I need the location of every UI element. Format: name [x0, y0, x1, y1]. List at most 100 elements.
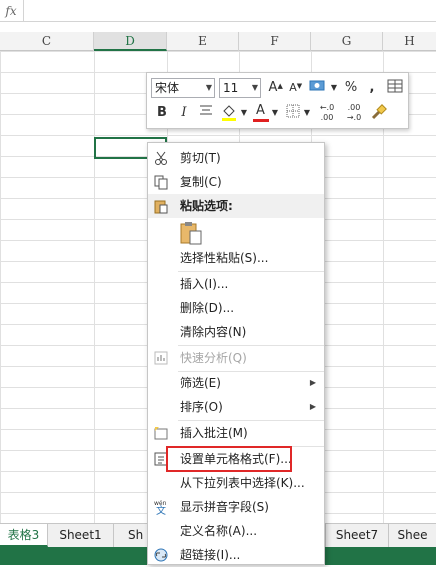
bold-button[interactable]: B — [153, 103, 171, 123]
menu-item-label: 超链接(I)... — [180, 548, 241, 562]
menu-item-label: 显示拼音字段(S) — [180, 500, 269, 514]
align-center-button[interactable] — [197, 103, 215, 123]
menu-item-filter[interactable]: 筛选(E) ▶ — [148, 371, 324, 395]
sheet-tab[interactable]: Sh — [114, 524, 148, 547]
italic-button[interactable]: I — [175, 103, 193, 123]
column-header-c[interactable]: C — [0, 32, 94, 51]
context-menu: 剪切(T) 复制(C) 粘贴选项: 选择性粘贴(S)... 插入(I)... 删… — [147, 142, 325, 565]
menu-item-label: 定义名称(A)... — [180, 524, 258, 538]
formula-bar: fx — [0, 0, 436, 22]
font-size-value: 11 — [223, 81, 239, 95]
sheet-tab[interactable]: Sheet1 — [48, 524, 114, 547]
quick-analysis-icon — [154, 351, 168, 365]
table-format-icon — [387, 79, 403, 93]
column-header-e[interactable]: E — [167, 32, 239, 51]
accounting-format-button[interactable] — [307, 78, 329, 98]
chevron-down-icon[interactable]: ▼ — [240, 103, 248, 123]
borders-button[interactable] — [284, 103, 302, 123]
formula-input[interactable] — [26, 0, 436, 22]
menu-item-label: 从下拉列表中选择(K)... — [180, 476, 305, 490]
menu-item-label: 粘贴选项: — [180, 199, 233, 213]
chevron-down-icon: ▼ — [251, 83, 258, 92]
chevron-right-icon: ▶ — [309, 402, 316, 411]
fill-color-button[interactable] — [219, 103, 239, 123]
menu-item-hyperlink[interactable]: 超链接(I)... — [148, 543, 324, 567]
caret-down-icon: ▼ — [296, 82, 303, 90]
sheet-tab-active[interactable]: 表格3 — [0, 524, 48, 547]
menu-item-clear-contents[interactable]: 清除内容(N) — [148, 320, 324, 344]
column-header-g[interactable]: G — [311, 32, 383, 51]
menu-item-label: 筛选(E) — [180, 376, 221, 390]
accounting-icon — [309, 80, 325, 91]
column-header-d[interactable]: D — [94, 32, 167, 51]
scissors-icon — [155, 151, 167, 165]
hyperlink-icon — [154, 548, 168, 562]
font-size-dropdown[interactable]: 11 ▼ — [219, 78, 261, 98]
insert-function-button[interactable]: fx — [0, 2, 22, 20]
menu-item-insert-comment[interactable]: 插入批注(M) — [148, 421, 324, 445]
menu-item-copy[interactable]: 复制(C) — [148, 170, 324, 194]
font-color-button[interactable]: A — [252, 103, 270, 123]
increase-decimal-button[interactable]: ←.0.00 — [315, 103, 339, 123]
font-name-value: 宋体 — [155, 81, 180, 95]
chevron-down-icon[interactable]: ▼ — [271, 103, 279, 123]
chevron-right-icon: ▶ — [309, 378, 316, 387]
menu-item-label: 复制(C) — [180, 175, 222, 189]
comment-icon — [154, 427, 168, 440]
borders-icon — [286, 104, 300, 118]
shrink-font-icon: A — [289, 81, 297, 94]
paint-bucket-icon — [222, 105, 236, 121]
menu-item-label: 快速分析(Q) — [180, 351, 247, 365]
decrease-decimal-button[interactable]: .00 →.0 — [342, 103, 366, 123]
highlight-box — [166, 446, 292, 472]
menu-header-paste-options: 粘贴选项: — [148, 194, 324, 218]
formula-gap — [0, 22, 436, 32]
menu-item-label: 排序(O) — [180, 400, 223, 414]
menu-item-label: 删除(D)... — [180, 301, 235, 315]
menu-item-cut[interactable]: 剪切(T) — [148, 146, 324, 170]
menu-item-phonetic[interactable]: wén 文 显示拼音字段(S) — [148, 495, 324, 519]
menu-item-quick-analysis: 快速分析(Q) — [148, 346, 324, 370]
menu-item-delete[interactable]: 删除(D)... — [148, 296, 324, 320]
paste-icon — [154, 200, 168, 214]
chevron-down-icon[interactable]: ▼ — [330, 78, 338, 98]
formula-bar-separator — [23, 0, 24, 22]
column-header-h[interactable]: H — [383, 32, 436, 51]
font-color-swatch — [253, 119, 269, 122]
align-center-icon — [200, 105, 212, 115]
sheet-tab[interactable]: Sheet7 — [325, 524, 389, 547]
menu-item-label: 选择性粘贴(S)... — [180, 251, 269, 265]
shrink-font-button[interactable]: A ▼ — [285, 78, 303, 98]
menu-item-label: 剪切(T) — [180, 151, 221, 165]
menu-item-label: 插入(I)... — [180, 277, 229, 291]
menu-item-sort[interactable]: 排序(O) ▶ — [148, 395, 324, 419]
column-header-f[interactable]: F — [239, 32, 311, 51]
menu-item-insert[interactable]: 插入(I)... — [148, 272, 324, 296]
font-name-dropdown[interactable]: 宋体 ▼ — [151, 78, 215, 98]
sheet-tab[interactable]: Shee — [389, 524, 436, 547]
menu-item-label: 插入批注(M) — [180, 426, 248, 440]
menu-item-label: 清除内容(N) — [180, 325, 247, 339]
increase-decimal-icon: ←.0.00 — [319, 103, 335, 122]
paste-clipboard-icon — [180, 222, 202, 245]
svg-text:文: 文 — [156, 504, 166, 515]
font-color-icon: A — [256, 103, 265, 118]
chevron-down-icon: ▼ — [205, 83, 212, 92]
format-table-button[interactable] — [385, 78, 405, 98]
phonetic-icon: wén文 — [154, 500, 167, 515]
menu-item-pick-from-list[interactable]: 从下拉列表中选择(K)... — [148, 471, 324, 495]
chevron-down-icon[interactable]: ▼ — [303, 103, 311, 123]
format-painter-button[interactable] — [369, 103, 389, 123]
comma-button[interactable]: , — [364, 78, 380, 98]
paste-button[interactable] — [178, 220, 204, 246]
decrease-decimal-icon: .00 →.0 — [346, 103, 362, 122]
copy-icon — [154, 175, 168, 190]
column-header-bar: C D E F G H — [0, 32, 436, 51]
menu-item-define-name[interactable]: 定义名称(A)... — [148, 519, 324, 543]
caret-up-icon: ▲ — [277, 82, 283, 90]
grid-line — [94, 51, 95, 523]
percent-button[interactable]: % — [342, 78, 360, 98]
menu-item-paste-special[interactable]: 选择性粘贴(S)... — [148, 246, 324, 270]
paintbrush-icon — [371, 104, 387, 120]
grow-font-button[interactable]: A ▲ — [265, 78, 283, 98]
